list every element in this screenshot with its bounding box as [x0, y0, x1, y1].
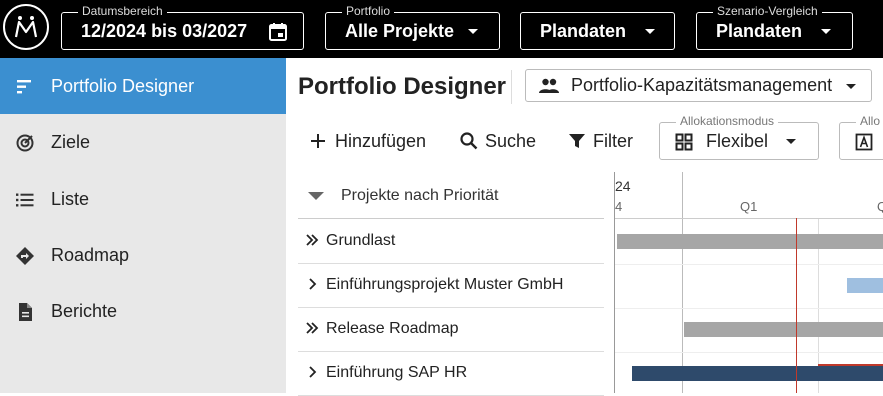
project-name: Einführung SAP HR [326, 364, 468, 381]
sidebar-item-label: Ziele [51, 131, 91, 152]
project-list-header[interactable]: Projekte nach Priorität [298, 172, 604, 219]
gantt-year-divider [682, 172, 683, 393]
sidebar-item-berichte[interactable]: Berichte [0, 283, 286, 339]
table-row[interactable]: Release Roadmap [298, 308, 604, 352]
portfolio-value: Alle Projekte [345, 20, 455, 41]
report-icon [19, 303, 32, 321]
sidebar-item-roadmap[interactable]: Roadmap [0, 227, 286, 283]
people-icon [539, 78, 559, 93]
allocation-second-legend: Allo [856, 114, 883, 128]
project-name: Einführungsprojekt Muster GmbH [326, 276, 564, 293]
allocation-mode-value: Flexibel [706, 131, 769, 151]
grid-icon [675, 133, 693, 151]
scenario-compare-value: Plandaten [716, 20, 803, 41]
plus-icon [311, 134, 325, 148]
collapse-triangle-icon[interactable] [308, 192, 324, 200]
gantt-bar-einfuehrungsprojekt[interactable] [847, 278, 883, 293]
table-row[interactable]: Grundlast [298, 220, 604, 264]
sidebar-item-label: Berichte [51, 300, 118, 321]
chevron-down-icon [821, 29, 831, 34]
search-icon [460, 132, 478, 150]
gantt-chart: 24 4 Q1 Q [614, 172, 883, 393]
double-chevron-right-icon[interactable] [304, 320, 320, 336]
chevron-down-icon [786, 139, 796, 144]
project-name: Release Roadmap [326, 320, 459, 337]
scenario-compare-field[interactable]: Szenario-Vergleich Plandaten [696, 4, 853, 50]
add-button[interactable]: Hinzufügen [309, 127, 426, 155]
target-icon [16, 134, 34, 152]
gantt-bar-grundlast[interactable] [617, 234, 883, 249]
double-chevron-right-icon[interactable] [304, 232, 320, 248]
sidebar-item-label: Portfolio Designer [51, 75, 195, 96]
chevron-down-icon [846, 84, 856, 89]
portfolio-select-label: Portfolio-Kapazitätsmanagement [571, 75, 833, 95]
sidebar-item-label: Roadmap [51, 244, 130, 265]
sidebar-item-liste[interactable]: Liste [0, 171, 286, 227]
gantt-month-label: 4 [615, 199, 623, 214]
title-divider [511, 70, 512, 104]
scenario-compare-legend: Szenario-Vergleich [713, 4, 822, 18]
portfolio-designer-icon [17, 80, 31, 94]
chevron-down-icon [468, 29, 478, 34]
filter-button-label: Filter [593, 130, 633, 151]
chevron-right-icon[interactable] [304, 364, 320, 380]
gantt-quarter-label: Q1 [740, 199, 758, 214]
gantt-row-divider [615, 352, 883, 353]
gantt-bar-release-roadmap[interactable] [684, 322, 883, 337]
project-list-header-label: Projekte nach Priorität [341, 187, 499, 204]
gantt-today-line [796, 218, 797, 393]
dataset-field[interactable]: Plandaten [520, 12, 675, 50]
portfolio-legend: Portfolio [342, 4, 395, 18]
text-format-icon [855, 133, 873, 151]
filter-button[interactable]: Filter [568, 127, 633, 155]
sidebar-item-portfolio-designer[interactable]: Portfolio Designer [0, 58, 286, 114]
gantt-row-divider [615, 308, 883, 309]
table-row[interactable]: Einführungsprojekt Muster GmbH [298, 264, 604, 308]
allocation-mode-select[interactable]: Allokationsmodus Flexibel [659, 114, 819, 160]
calendar-icon [269, 23, 287, 41]
date-range-value: 12/2024 bis 03/2027 [81, 20, 248, 41]
project-name: Grundlast [326, 232, 396, 249]
sidebar-item-label: Liste [51, 188, 90, 209]
top-bar: Datumsbereich 12/2024 bis 03/2027 Portfo… [0, 0, 883, 58]
page-title: Portfolio Designer [298, 73, 507, 100]
gantt-dependency-line [818, 364, 883, 366]
dataset-value: Plandaten [540, 20, 627, 41]
chevron-right-icon[interactable] [304, 276, 320, 292]
gantt-quarter-label: Q [877, 199, 883, 214]
gantt-year-label: 24 [615, 178, 631, 194]
portfolio-field[interactable]: Portfolio Alle Projekte [325, 4, 500, 50]
gantt-row-divider [615, 264, 883, 265]
list-icon [16, 193, 34, 207]
filter-icon [569, 134, 585, 148]
search-button-label: Suche [485, 130, 537, 151]
search-button[interactable]: Suche [459, 127, 536, 155]
gantt-header-divider [615, 218, 883, 219]
sidebar-item-ziele[interactable]: Ziele [0, 114, 286, 170]
allocation-mode-legend: Allokationsmodus [676, 114, 779, 128]
date-range-legend: Datumsbereich [78, 4, 167, 18]
table-row[interactable]: Einführung SAP HR [298, 352, 604, 396]
add-button-label: Hinzufügen [335, 130, 427, 151]
portfolio-select[interactable]: Portfolio-Kapazitätsmanagement [525, 69, 872, 102]
date-range-field[interactable]: Datumsbereich 12/2024 bis 03/2027 [61, 4, 304, 50]
gantt-bar-sap-hr[interactable] [632, 366, 883, 381]
logo-mark-icon [14, 16, 38, 38]
roadmap-icon [16, 247, 34, 265]
allocation-second-select[interactable]: Allo [839, 114, 883, 160]
app-logo[interactable] [3, 4, 49, 50]
chevron-down-icon [645, 29, 655, 34]
sidebar: Portfolio Designer Ziele Liste Roadmap B… [0, 58, 286, 393]
